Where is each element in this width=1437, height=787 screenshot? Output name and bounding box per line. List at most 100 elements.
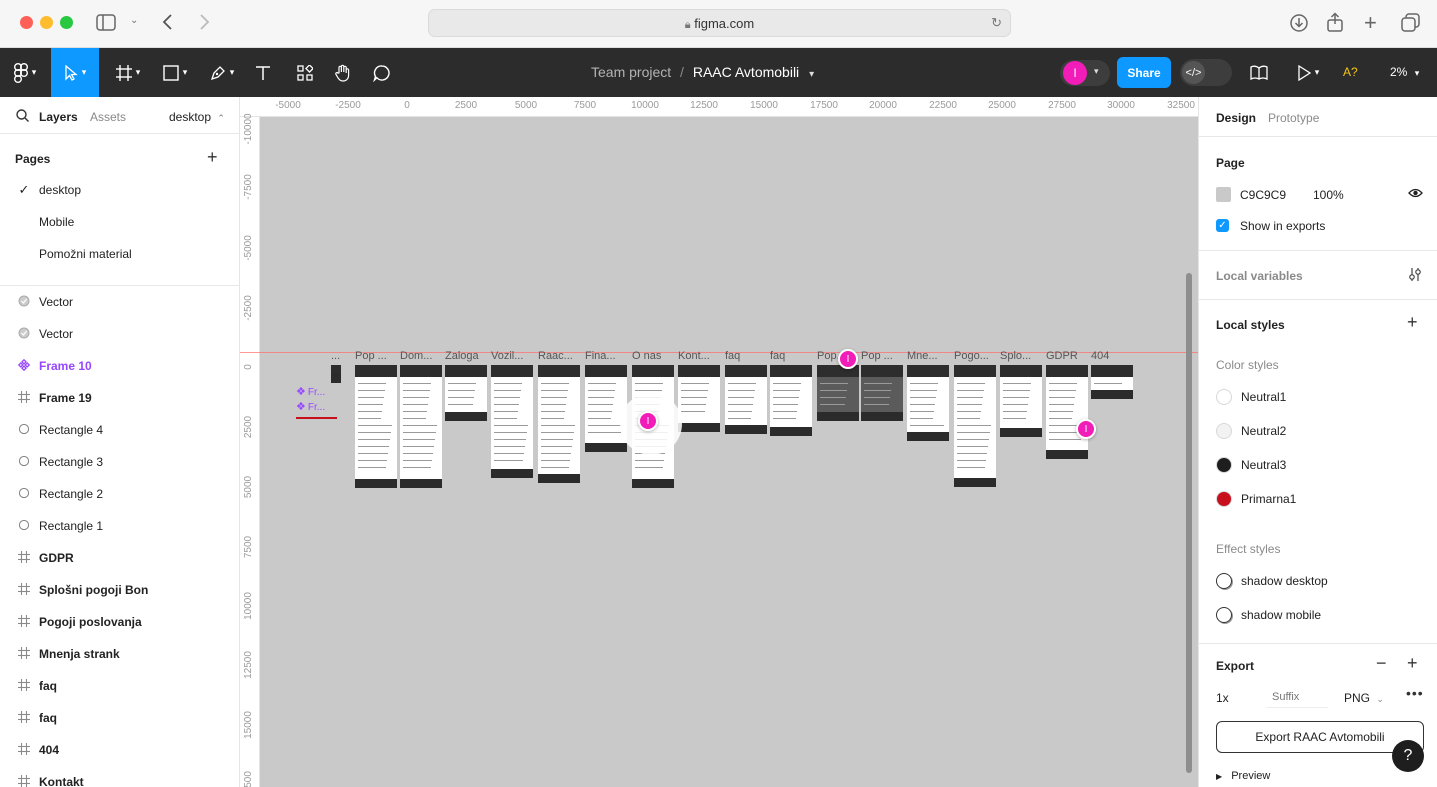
layer-item[interactable]: Pogoji poslovanja — [0, 606, 239, 638]
new-tab-icon[interactable]: + — [1364, 10, 1377, 36]
layer-item[interactable]: Kontakt — [0, 766, 239, 787]
eye-icon[interactable] — [1408, 187, 1423, 202]
color-style-item[interactable]: Neutral3 — [1199, 457, 1437, 481]
frame-thumbnail[interactable] — [907, 365, 949, 441]
frame-label[interactable]: O nas — [632, 350, 678, 362]
layer-item[interactable]: Rectangle 4 — [0, 414, 239, 446]
layer-item[interactable]: GDPR — [0, 542, 239, 574]
local-variables-heading[interactable]: Local variables — [1216, 269, 1303, 283]
more-options-icon[interactable]: ••• — [1406, 685, 1424, 701]
frame-label[interactable]: GDPR — [1046, 350, 1092, 362]
chevron-down-icon[interactable]: ⌄ — [130, 15, 138, 26]
frame-label[interactable]: ... — [331, 350, 345, 362]
frame-label[interactable]: 404 — [1091, 350, 1137, 362]
help-button[interactable]: ? — [1392, 740, 1424, 772]
frame-label[interactable]: faq — [770, 350, 816, 362]
move-tool-button[interactable]: ▾ — [51, 48, 99, 97]
page-color-value[interactable]: C9C9C9 — [1240, 188, 1286, 202]
dev-mode-toggle[interactable]: </> — [1180, 59, 1232, 86]
page-color-swatch[interactable] — [1216, 187, 1231, 202]
add-page-icon[interactable]: + — [207, 147, 218, 168]
layer-item[interactable]: Splošni pogoji Bon — [0, 574, 239, 606]
share-button[interactable]: Share — [1117, 57, 1171, 88]
tab-assets[interactable]: Assets — [90, 110, 126, 124]
frame-thumbnail[interactable] — [538, 365, 580, 483]
frame-thumbnail[interactable] — [817, 365, 859, 421]
frame-thumbnail[interactable] — [355, 365, 397, 488]
vertical-scrollbar[interactable] — [1186, 273, 1192, 773]
tab-layers[interactable]: Layers — [39, 110, 78, 124]
remove-export-icon[interactable]: − — [1376, 653, 1387, 674]
export-scale[interactable]: 1x — [1216, 691, 1229, 705]
frame-thumbnail[interactable] — [400, 365, 442, 488]
layer-item[interactable]: Vector — [0, 318, 239, 350]
layer-item[interactable]: faq — [0, 702, 239, 734]
variables-settings-icon[interactable] — [1408, 267, 1422, 285]
multiplayer-avatars[interactable]: I ▾ — [1060, 60, 1110, 86]
layer-item[interactable]: Rectangle 3 — [0, 446, 239, 478]
search-icon[interactable] — [16, 109, 29, 125]
frame-label[interactable]: Fina... — [585, 350, 631, 362]
frame-thumbnail[interactable] — [1091, 365, 1133, 399]
frame-thumbnail[interactable] — [725, 365, 767, 434]
resources-button[interactable] — [292, 48, 318, 97]
layer-item[interactable]: 404 — [0, 734, 239, 766]
show-in-exports-checkbox[interactable]: ✓ — [1216, 219, 1229, 232]
page-item[interactable]: ✓ desktop — [0, 174, 239, 206]
frame-label[interactable]: Pop ... — [355, 350, 401, 362]
tab-overview-icon[interactable] — [1401, 13, 1421, 36]
page-opacity-value[interactable]: 100% — [1313, 188, 1344, 202]
library-button[interactable] — [1246, 48, 1272, 97]
download-icon[interactable] — [1289, 13, 1309, 36]
frame-tool-button[interactable]: ▾ — [110, 48, 146, 97]
frame-thumbnail[interactable] — [445, 365, 487, 421]
back-icon[interactable] — [161, 12, 175, 35]
component-frame[interactable]: ❖ Fr... — [296, 385, 325, 398]
frame-label[interactable]: Pop ... — [861, 350, 907, 362]
frame-label[interactable]: Zaloga — [445, 350, 491, 362]
export-suffix-input[interactable] — [1266, 686, 1328, 708]
tab-design[interactable]: Design — [1216, 111, 1256, 125]
color-style-item[interactable]: Primarna1 — [1199, 491, 1437, 515]
frame-thumbnail[interactable] — [331, 365, 341, 383]
pen-tool-button[interactable]: ▾ — [204, 48, 240, 97]
frame-thumbnail[interactable] — [1000, 365, 1042, 437]
page-item[interactable]: Mobile — [0, 206, 239, 238]
close-window-button[interactable] — [20, 16, 33, 29]
frame-label[interactable]: Mne... — [907, 350, 953, 362]
layer-item[interactable]: Frame 19 — [0, 382, 239, 414]
frame-label[interactable]: Raac... — [538, 350, 584, 362]
comment-tool-button[interactable] — [369, 48, 395, 97]
effect-style-item[interactable]: shadow desktop — [1199, 573, 1437, 597]
frame-thumbnail[interactable] — [861, 365, 903, 421]
reload-icon[interactable]: ↻ — [991, 15, 1002, 31]
zoom-control[interactable]: 2% ▾ — [1390, 65, 1419, 79]
address-bar[interactable]: 🔒︎ figma.com ↻ — [428, 9, 1011, 37]
color-style-item[interactable]: Neutral2 — [1199, 423, 1437, 447]
avatar[interactable]: I — [1063, 61, 1087, 85]
layer-item[interactable]: Vector — [0, 286, 239, 318]
text-tool-button[interactable] — [250, 48, 276, 97]
help-accessibility-button[interactable]: A? — [1343, 65, 1358, 79]
selected-vector[interactable] — [296, 417, 337, 419]
hand-tool-button[interactable] — [330, 48, 356, 97]
component-frame[interactable]: ❖ Fr... — [296, 400, 325, 413]
frame-label[interactable]: faq — [725, 350, 771, 362]
frame-thumbnail[interactable] — [1046, 365, 1088, 459]
frame-label[interactable]: Splo... — [1000, 350, 1046, 362]
frame-thumbnail[interactable] — [954, 365, 996, 487]
add-style-icon[interactable]: + — [1407, 312, 1418, 333]
frame-label[interactable]: Dom... — [400, 350, 446, 362]
layer-item[interactable]: faq — [0, 670, 239, 702]
page-item[interactable]: Pomožni material — [0, 238, 239, 270]
minimize-window-button[interactable] — [40, 16, 53, 29]
maximize-window-button[interactable] — [60, 16, 73, 29]
layer-item[interactable]: Frame 10 — [0, 350, 239, 382]
add-export-icon[interactable]: + — [1407, 653, 1418, 674]
preview-toggle[interactable]: ▶ Preview — [1216, 770, 1270, 782]
export-format-select[interactable]: PNG ⌄ — [1344, 691, 1384, 705]
frame-thumbnail[interactable] — [678, 365, 720, 432]
effect-style-item[interactable]: shadow mobile — [1199, 607, 1437, 631]
sidebar-toggle-icon[interactable] — [96, 14, 116, 35]
frame-label[interactable]: Kont... — [678, 350, 724, 362]
